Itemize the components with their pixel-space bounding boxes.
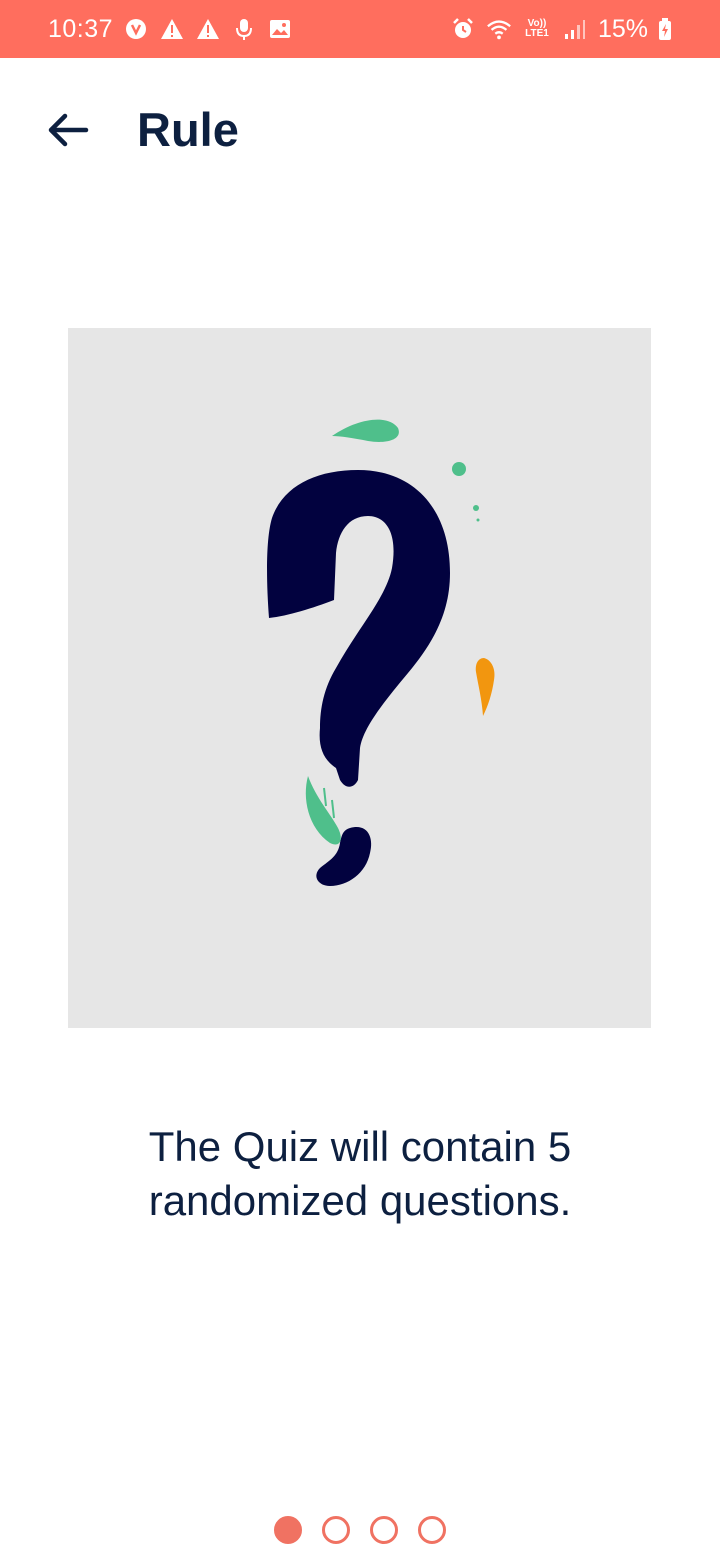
page-dot-2[interactable] — [322, 1516, 350, 1544]
orange-drop — [475, 658, 495, 716]
status-right-group: Vo)) LTE1 15% — [450, 15, 672, 44]
wifi-icon — [486, 16, 512, 42]
lte-indicator: Vo)) LTE1 — [522, 16, 552, 42]
page-indicator — [0, 1514, 720, 1546]
arrow-left-icon — [46, 113, 90, 152]
battery-charging-icon — [658, 16, 672, 42]
network-label-bottom: LTE1 — [525, 28, 549, 39]
green-dot-large — [452, 462, 466, 476]
green-leaf-top — [332, 419, 399, 442]
green-leaf-bottom — [305, 776, 341, 845]
microphone-icon — [231, 16, 257, 42]
vpn-icon — [123, 16, 149, 42]
rule-text: The Quiz will contain 5 randomized quest… — [148, 1123, 572, 1224]
status-time: 10:37 — [48, 14, 114, 43]
alarm-icon — [450, 16, 476, 42]
page-title: Rule — [137, 103, 239, 156]
green-dot-tiny — [476, 518, 480, 522]
question-mark-body — [267, 470, 450, 787]
back-button[interactable] — [40, 104, 96, 160]
signal-icon — [562, 16, 588, 42]
image-icon — [267, 16, 293, 42]
status-bar: 10:37 Vo)) LTE1 15% — [0, 0, 720, 58]
app-bar: Rule — [0, 58, 720, 204]
status-left-group: 10:37 — [48, 15, 293, 44]
battery-percentage: 15% — [597, 14, 648, 43]
page-dot-1[interactable] — [274, 1516, 302, 1544]
green-dot-small — [473, 505, 479, 511]
warning-icon — [195, 16, 221, 42]
question-mark-illustration — [68, 328, 651, 1028]
page-dot-4[interactable] — [418, 1516, 446, 1544]
page-dot-3[interactable] — [370, 1516, 398, 1544]
warning-icon — [159, 16, 185, 42]
